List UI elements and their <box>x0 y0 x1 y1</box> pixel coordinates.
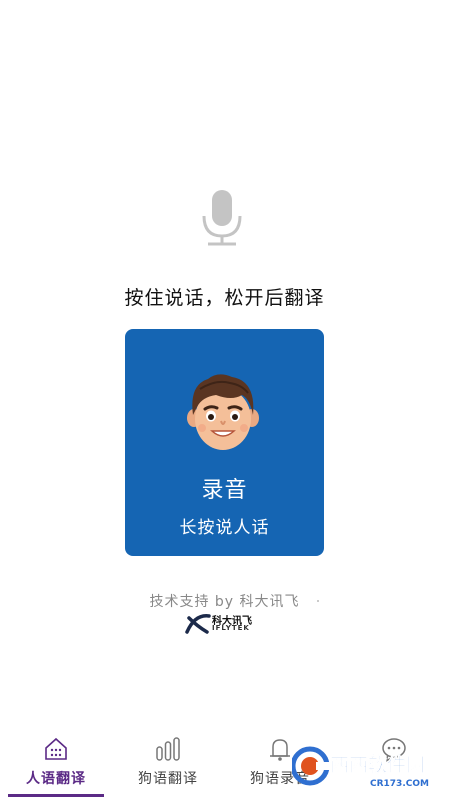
record-button[interactable]: 录音 长按说人话 <box>125 329 324 556</box>
soundwave-icon <box>156 737 180 761</box>
logo-name-en: IFLYTEK <box>212 624 250 632</box>
record-subtitle: 长按说人话 <box>179 518 270 538</box>
bell-icon <box>270 739 290 761</box>
avatar <box>187 374 259 450</box>
microphone-icon <box>202 190 242 246</box>
iflytek-logo: 科大讯飞 IFLYTEK <box>185 612 265 634</box>
watermark-brand: 西西软件园 <box>330 753 425 776</box>
tab-human-translate[interactable]: 人语翻译 <box>0 726 112 797</box>
iflytek-logo-mark <box>185 614 211 634</box>
decorative-dot <box>317 600 319 602</box>
record-title: 录音 <box>201 478 248 503</box>
house-icon <box>45 737 67 760</box>
instruction-text: 按住说话，松开后翻译 <box>124 287 325 309</box>
support-text: 技术支持 by 科大讯飞 <box>149 594 300 610</box>
tab-dog-translate[interactable]: 狗语翻译 <box>112 726 224 797</box>
watermark-logo: 西西软件园 CR173.COM <box>292 746 429 789</box>
tab-label: 狗语翻译 <box>138 771 198 787</box>
tab-label: 人语翻译 <box>26 771 86 787</box>
watermark-domain: CR173.COM <box>370 779 429 789</box>
